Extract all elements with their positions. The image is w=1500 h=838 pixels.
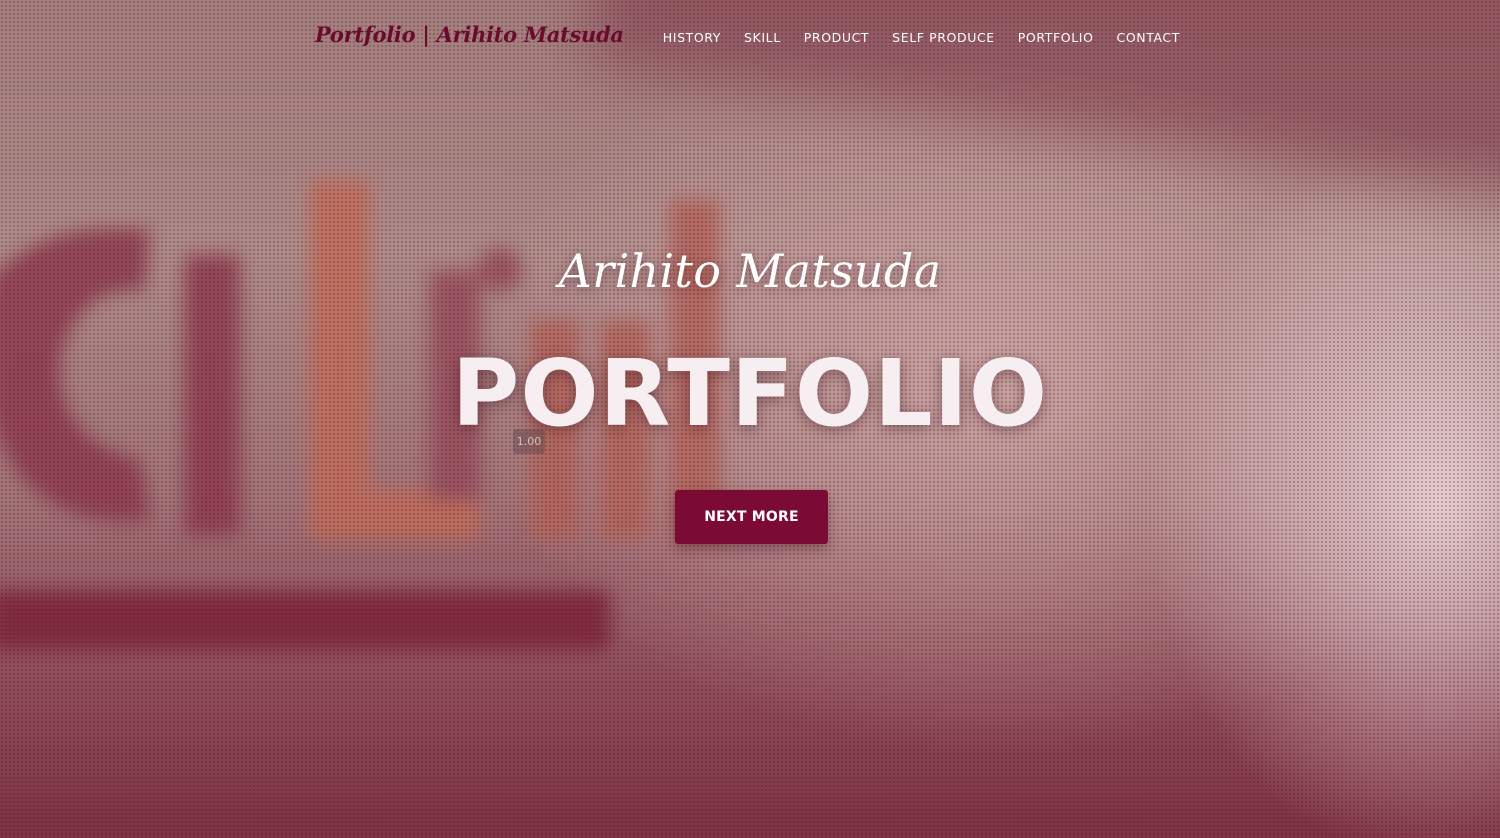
hero-title: PORTFOLIO xyxy=(451,340,1049,447)
nav-link-portfolio[interactable]: PORTFOLIO xyxy=(1018,30,1094,45)
zoom-level-badge: 1.00 xyxy=(513,429,545,454)
hero-subtitle: Arihito Matsuda xyxy=(558,244,942,298)
navbar: Portfolio | Arihito Matsuda HISTORY SKIL… xyxy=(0,0,1500,78)
nav-link-history[interactable]: HISTORY xyxy=(663,30,721,45)
nav-link-product[interactable]: PRODUCT xyxy=(804,30,869,45)
nav-item-contact: CONTACT xyxy=(1117,29,1180,47)
hero-section: Portfolio | Arihito Matsuda HISTORY SKIL… xyxy=(0,0,1500,838)
nav-link-skill[interactable]: SKILL xyxy=(744,30,781,45)
nav-item-portfolio: PORTFOLIO xyxy=(1018,29,1094,47)
nav-link-contact[interactable]: CONTACT xyxy=(1117,30,1180,45)
next-more-button[interactable]: NEXT MORE xyxy=(675,490,828,544)
brand-logo-link[interactable]: Portfolio | Arihito Matsuda xyxy=(315,22,624,47)
nav-item-self-produce: SELF PRODUCE xyxy=(892,29,995,47)
nav-item-product: PRODUCT xyxy=(804,29,869,47)
nav-link-self-produce[interactable]: SELF PRODUCE xyxy=(892,30,995,45)
nav-menu: HISTORY SKILL PRODUCT SELF PRODUCE PORTF… xyxy=(663,29,1180,47)
nav-item-history: HISTORY xyxy=(663,29,721,47)
nav-item-skill: SKILL xyxy=(744,29,781,47)
